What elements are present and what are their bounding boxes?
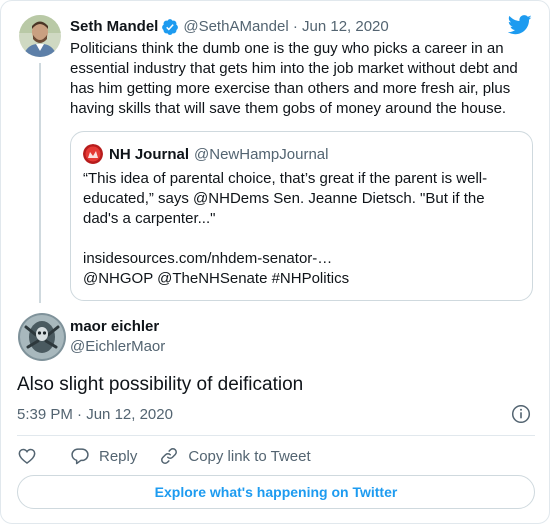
copy-link-label: Copy link to Tweet [188, 447, 311, 465]
link-icon [161, 448, 178, 464]
reply-time: 5:39 PM [17, 406, 73, 423]
parent-tweet-date[interactable]: Jun 12, 2020 [302, 18, 389, 35]
verified-badge-icon [162, 18, 179, 35]
nh-journal-avatar [83, 144, 103, 164]
parent-tweet-text: Politicians think the dumb one is the gu… [70, 40, 518, 117]
reply-author-handle[interactable]: @EichlerMaor [70, 338, 165, 355]
reply-author-name[interactable]: maor eichler [70, 318, 159, 335]
quoted-author-name: NH Journal [109, 145, 190, 163]
timestamp-separator: · [77, 406, 83, 423]
parent-tweet-header: Seth Mandel @SethAMandel · Jun 12, 2020 [70, 16, 389, 36]
quoted-tweet-body: “This idea of parental choice, that’s gr… [83, 169, 523, 289]
info-icon[interactable] [511, 404, 531, 424]
quoted-tweet-header: NH Journal @NewHampJournal [83, 144, 328, 164]
like-button[interactable] [17, 446, 37, 466]
explore-twitter-button[interactable]: Explore what's happening on Twitter [17, 475, 535, 509]
copy-link-button[interactable]: Copy link to Tweet [159, 446, 311, 466]
maor-eichler-avatar[interactable] [18, 313, 66, 361]
quoted-tweet-hashtags[interactable]: @NHGOP @TheNHSenate #NHPolitics [83, 269, 523, 289]
seth-mandel-avatar[interactable] [19, 15, 61, 57]
reply-tweet-timestamp[interactable]: 5:39 PM · Jun 12, 2020 [17, 406, 173, 423]
reply-date: Jun 12, 2020 [86, 406, 173, 423]
parent-author-name[interactable]: Seth Mandel [70, 18, 158, 35]
quoted-tweet[interactable]: NH Journal @NewHampJournal “This idea of… [70, 131, 533, 301]
quoted-tweet-text: “This idea of parental choice, that’s gr… [83, 170, 488, 227]
parent-author-handle[interactable]: @SethAMandel [183, 18, 288, 35]
reply-label: Reply [99, 447, 138, 465]
quoted-author-handle: @NewHampJournal [194, 145, 329, 163]
tweet-actions-bar: Reply Copy link to Tweet [17, 445, 311, 467]
embedded-tweet-card: Seth Mandel @SethAMandel · Jun 12, 2020 … [0, 0, 550, 524]
heart-icon [18, 448, 36, 465]
reply-button[interactable]: Reply [70, 446, 137, 466]
thread-connector-line [39, 63, 41, 303]
header-separator: · [292, 17, 298, 35]
divider-top [17, 435, 535, 436]
quoted-tweet-link[interactable]: insidesources.com/nhdem-senator-… [83, 249, 523, 269]
reply-tweet-text: Also slight possibility of deification [17, 374, 304, 395]
reply-bubble-icon [71, 448, 89, 465]
twitter-bird-icon[interactable] [508, 15, 532, 35]
